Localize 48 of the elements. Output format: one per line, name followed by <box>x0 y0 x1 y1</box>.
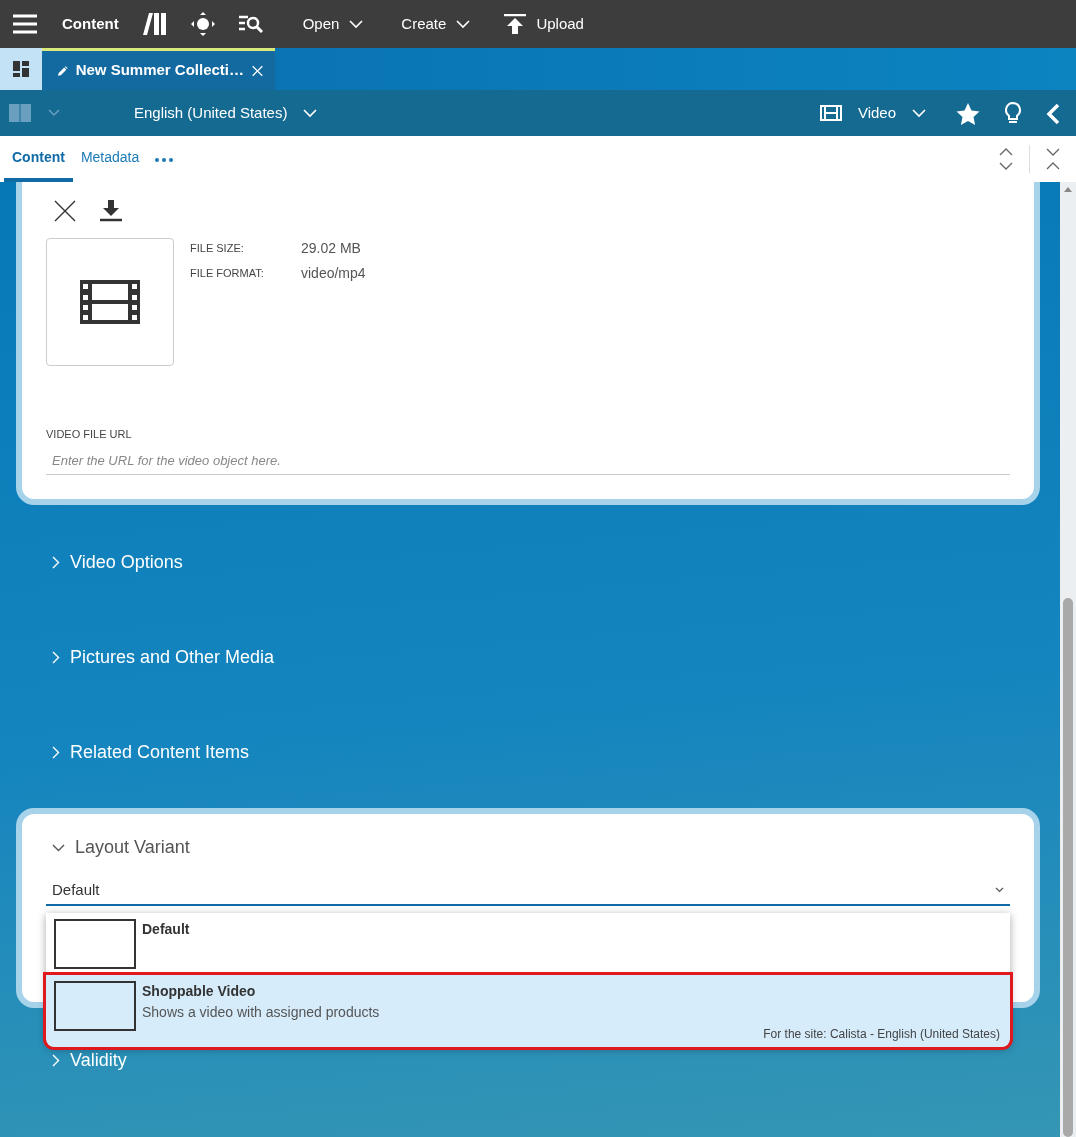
chevron-right-icon <box>52 556 60 569</box>
search-icon[interactable] <box>238 15 263 33</box>
move-icon[interactable] <box>190 12 215 36</box>
section-header[interactable]: Pictures and Other Media <box>0 637 1060 678</box>
select-field[interactable]: Default <box>46 877 1010 906</box>
chevron-left-icon[interactable] <box>1046 101 1060 125</box>
expand-collapse-icon[interactable] <box>999 146 1013 172</box>
chevron-right-icon <box>52 1054 60 1067</box>
collapse-all-icon[interactable] <box>1046 146 1060 172</box>
library-icon[interactable] <box>142 13 167 35</box>
chevron-right-icon <box>52 746 60 759</box>
chevron-down-icon <box>303 108 318 118</box>
film-icon <box>80 280 140 324</box>
chevron-down-icon <box>456 19 471 29</box>
section-header[interactable]: Video Options <box>0 542 1060 583</box>
pencil-icon <box>58 63 68 78</box>
close-icon[interactable] <box>54 198 76 222</box>
info-value: video/mp4 <box>301 264 366 283</box>
info-value: 29.02 MB <box>301 239 361 258</box>
film-icon <box>819 105 842 121</box>
document-tab[interactable]: New Summer Collecti… <box>42 48 275 90</box>
info-label: FILE SIZE: <box>190 241 245 257</box>
menu-dropdown[interactable]: Open <box>302 12 364 36</box>
section-header[interactable]: Related Content Items <box>0 732 1060 773</box>
chevron-down-icon <box>912 108 926 118</box>
view-tab[interactable]: Metadata <box>72 136 148 182</box>
upload-button[interactable]: Upload <box>504 12 584 36</box>
info-label: FILE FORMAT: <box>190 266 265 282</box>
scroll-up-icon[interactable] <box>1064 186 1072 192</box>
scrollbar[interactable] <box>1060 182 1076 1137</box>
chevron-down-icon <box>52 843 65 852</box>
dropdown-option[interactable]: Shoppable Video Shows a video with assigned products For the site: Calista - English (United States) <box>46 975 1010 1047</box>
download-icon[interactable] <box>100 198 122 222</box>
star-icon[interactable] <box>956 101 980 125</box>
locale-dropdown[interactable]: English (United States) <box>128 100 324 126</box>
dashboard-icon[interactable] <box>0 48 42 90</box>
upload-icon <box>504 14 527 34</box>
dropdown-option[interactable]: Default <box>46 913 1010 975</box>
field-label: VIDEO FILE URL <box>46 427 133 442</box>
chevron-down-icon <box>995 887 1004 894</box>
chevron-down-icon <box>349 19 364 29</box>
chevron-right-icon <box>52 651 60 664</box>
menu-dropdown[interactable]: Create <box>401 12 471 36</box>
menu-icon[interactable] <box>12 14 38 34</box>
section-header[interactable]: Layout Variant <box>46 834 190 861</box>
lightbulb-icon[interactable] <box>1004 101 1022 125</box>
app-title: Content <box>62 13 119 34</box>
content-type-dropdown[interactable]: Video <box>813 100 932 126</box>
